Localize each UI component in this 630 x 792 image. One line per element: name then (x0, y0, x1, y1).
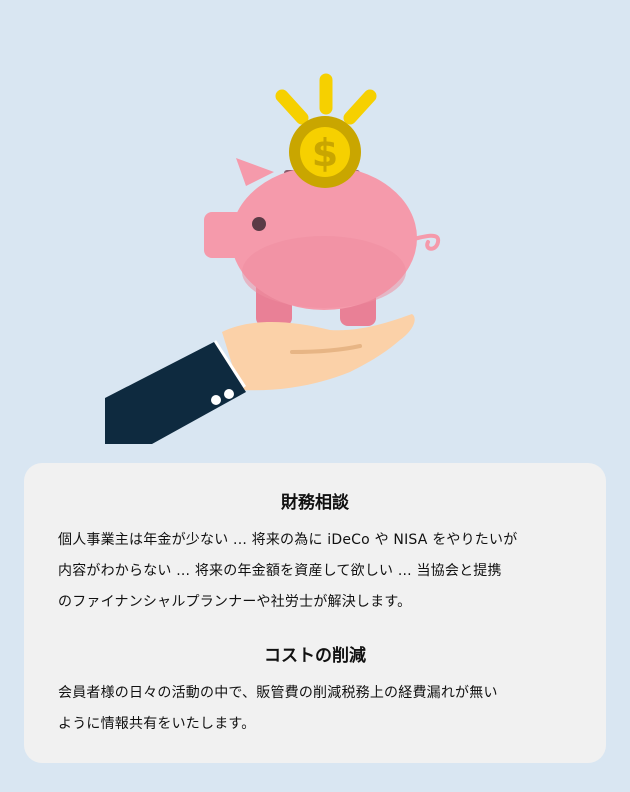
section-body: 個人事業主は年金が少ない ... 将来の為に iDeCo や NISA をやりた… (58, 525, 572, 618)
info-card: 財務相談 個人事業主は年金が少ない ... 将来の為に iDeCo や NISA… (24, 463, 606, 763)
dollar-coin-icon: $ (289, 116, 361, 188)
body-line: 会員者様の日々の活動の中で、販管費の削減税務上の経費漏れが無い (58, 685, 498, 701)
body-line: のファイナンシャルプランナーや社労士が解決します。 (58, 594, 412, 610)
section-financial-consulting: 財務相談 個人事業主は年金が少ない ... 将来の為に iDeCo や NISA… (58, 491, 572, 618)
section-body: 会員者様の日々の活動の中で、販管費の削減税務上の経費漏れが無い ように情報共有を… (58, 678, 572, 740)
body-line: 個人事業主は年金が少ない ... 将来の為に iDeCo や NISA をやりた… (58, 532, 518, 548)
body-line: ように情報共有をいたします。 (58, 716, 256, 732)
section-title: 財務相談 (281, 493, 349, 513)
coin-symbol: $ (312, 131, 338, 175)
body-line: 内容がわからない ... 将来の年金額を資産して欲しい ... 当協会と提携 (58, 563, 502, 579)
hand-icon (210, 314, 415, 392)
section-title: コストの削減 (264, 646, 366, 666)
coin-rays-icon (275, 73, 377, 125)
section-cost-reduction: コストの削減 会員者様の日々の活動の中で、販管費の削減税務上の経費漏れが無い よ… (58, 644, 572, 740)
piggy-bank-illustration: $ (105, 73, 441, 444)
